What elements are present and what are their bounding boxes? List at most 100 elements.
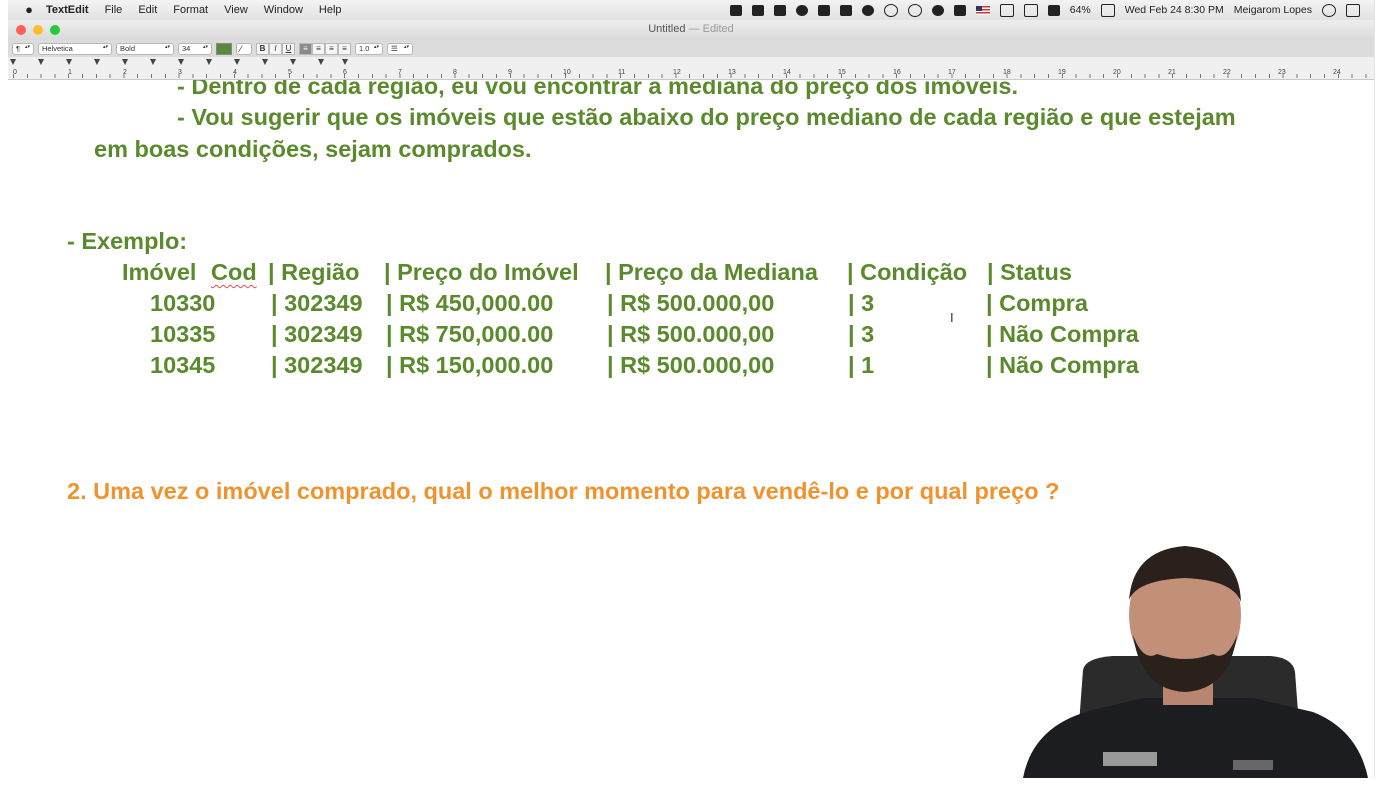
battery-icon[interactable] <box>1100 3 1115 17</box>
ruler-number: 6 <box>343 69 347 76</box>
menu-view[interactable]: View <box>224 4 248 16</box>
line-spacing-select[interactable]: 1.0 <box>355 42 383 55</box>
menu-help[interactable]: Help <box>319 4 342 16</box>
highlight-color-button[interactable]: ⁄ <box>236 42 252 55</box>
italic-button[interactable]: I <box>269 42 282 55</box>
list-style-select[interactable]: ☰ <box>387 42 413 55</box>
ruler-number: 9 <box>508 69 512 76</box>
menu-window[interactable]: Window <box>264 4 303 16</box>
ruler-number: 7 <box>398 69 402 76</box>
tab-stop-marker[interactable] <box>122 59 128 65</box>
wifi-icon[interactable] <box>1023 3 1038 17</box>
webcam-presenter-image <box>1013 540 1374 778</box>
spotlight-search-icon[interactable] <box>1322 3 1336 17</box>
ruler-number: 20 <box>1113 69 1121 76</box>
tab-stop-marker[interactable] <box>66 59 72 65</box>
tab-stop-marker[interactable] <box>262 59 268 65</box>
align-left-icon[interactable]: ≡ <box>299 42 312 55</box>
table-cell: | R$ 750,000.00 <box>386 321 554 347</box>
question-2: 2. Uma vez o imóvel comprado, qual o mel… <box>67 478 1060 504</box>
tab-stop-marker[interactable] <box>206 59 212 65</box>
tab-stop-marker[interactable] <box>150 59 156 65</box>
status-app-icon[interactable] <box>751 4 764 16</box>
tab-stop-marker[interactable] <box>10 59 16 65</box>
ruler-number: 5 <box>288 69 292 76</box>
table-cell: 10345 <box>150 352 216 378</box>
menu-edit[interactable]: Edit <box>138 4 157 16</box>
tab-stop-marker[interactable] <box>38 59 44 65</box>
activity-icon[interactable] <box>953 4 966 16</box>
bold-button[interactable]: B <box>256 42 269 55</box>
no-highlight-icon: ⁄ <box>240 43 242 54</box>
ruler[interactable]: 0 1 2 3 4 5 6 7 8 9 10 11 12 13 14 15 16… <box>8 57 1374 80</box>
font-style-select[interactable]: Bold <box>116 42 174 55</box>
menu-format[interactable]: Format <box>173 4 208 16</box>
table-cell: | Não Compra <box>986 321 1139 347</box>
table-cell: | R$ 500.000,00 <box>607 321 775 347</box>
status-app-icon[interactable] <box>931 4 944 16</box>
table-cell: | R$ 450,000.00 <box>386 290 554 316</box>
document-title[interactable]: Untitled <box>648 23 685 35</box>
table-cell: 10330 <box>150 290 216 316</box>
tab-stop-marker[interactable] <box>178 59 184 65</box>
status-app-icon[interactable] <box>773 4 786 16</box>
header-cell: Imóvel <box>122 259 197 285</box>
status-app-icon[interactable] <box>861 4 874 16</box>
font-family-value: Helvetica <box>42 44 73 53</box>
align-right-icon[interactable]: ≡ <box>325 42 338 55</box>
text-color-swatch[interactable] <box>216 42 232 55</box>
tab-stop-marker[interactable] <box>234 59 240 65</box>
volume-icon[interactable] <box>1047 4 1060 16</box>
table-row: 10335 | 302349 | R$ 750,000.00 | R$ 500.… <box>8 320 1208 348</box>
status-app-icon[interactable] <box>817 4 830 16</box>
table-row: 10330 | 302349 | R$ 450,000.00 | R$ 500.… <box>8 289 1208 317</box>
time-machine-icon[interactable] <box>907 3 922 17</box>
tab-stop-marker[interactable] <box>290 59 296 65</box>
ruler-number: 14 <box>783 69 791 76</box>
table-cell: | 1 <box>848 352 875 378</box>
ruler-number: 15 <box>838 69 846 76</box>
apple-icon[interactable]: ● <box>22 3 36 17</box>
table-cell: | 3 <box>848 290 875 316</box>
text-line-suggest-2: em boas condições, sejam comprados. <box>94 136 532 162</box>
table-cell: | 3 <box>848 321 875 347</box>
clock[interactable]: Wed Feb 24 8:30 PM <box>1125 4 1224 16</box>
tab-stop-marker[interactable] <box>342 59 348 65</box>
status-app-icon[interactable] <box>795 4 808 16</box>
status-app-icon[interactable] <box>839 4 852 16</box>
battery-percent[interactable]: 64% <box>1070 4 1091 16</box>
table-cell: | 302349 <box>271 321 363 347</box>
menu-app-name[interactable]: TextEdit <box>46 4 89 16</box>
underline-button[interactable]: U <box>282 42 295 55</box>
align-justify-icon[interactable]: ≡ <box>338 42 351 55</box>
header-cell: | Condição <box>847 259 968 285</box>
header-cell: | Preço do Imóvel <box>384 259 579 285</box>
user-name[interactable]: Meigarom Lopes <box>1234 4 1312 16</box>
status-app-icon[interactable] <box>729 4 742 16</box>
header-cell: | Status <box>987 259 1072 285</box>
align-center-icon[interactable]: ≡ <box>312 42 325 55</box>
list-icon: ☰ <box>391 44 398 53</box>
ruler-number: 1 <box>68 69 72 76</box>
notification-center-icon[interactable] <box>1346 3 1360 17</box>
i-beam-cursor-icon: I <box>950 310 954 325</box>
tab-stop-marker[interactable] <box>94 59 100 65</box>
font-family-select[interactable]: Helvetica <box>38 42 112 55</box>
screen: ● TextEdit File Edit Format View Window … <box>8 0 1375 778</box>
text-line-suggest-1: - Vou sugerir que os imóveis que estão a… <box>177 104 1236 130</box>
table-cell: | Não Compra <box>986 352 1139 378</box>
glasses-icon[interactable] <box>883 3 898 17</box>
line-spacing-value: 1.0 <box>359 44 370 53</box>
table-row: 10345 | 302349 | R$ 150,000.00 | R$ 500.… <box>8 351 1208 379</box>
header-cell: | Região <box>268 259 360 285</box>
menu-file[interactable]: File <box>105 4 123 16</box>
tab-stop-marker[interactable] <box>318 59 324 65</box>
paragraph-style-select[interactable]: ¶ <box>12 42 34 55</box>
bluetooth-icon[interactable] <box>999 3 1014 17</box>
font-size-select[interactable]: 34 <box>178 42 212 55</box>
header-cell: | Preço da Mediana <box>605 259 818 285</box>
ruler-number: 23 <box>1278 69 1286 76</box>
us-flag-icon[interactable] <box>975 5 990 15</box>
ruler-number: 19 <box>1058 69 1066 76</box>
header-cell: Cod <box>211 259 257 285</box>
